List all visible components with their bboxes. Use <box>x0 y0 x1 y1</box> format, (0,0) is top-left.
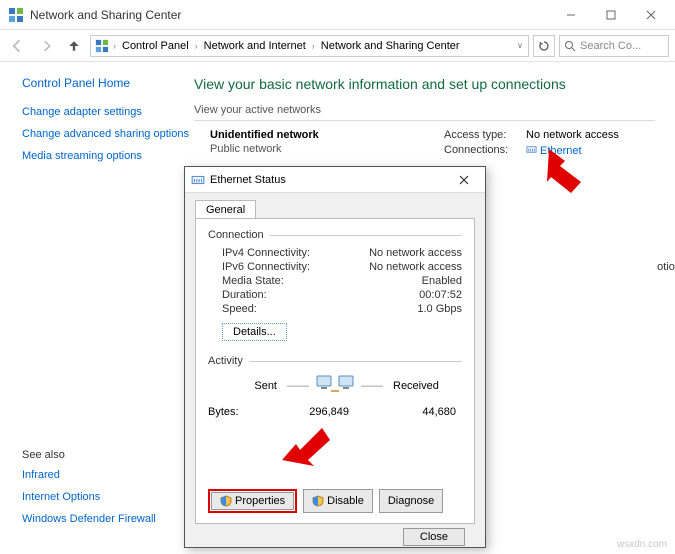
network-name: Unidentified network <box>210 129 444 141</box>
breadcrumb-seg-3[interactable]: Network and Sharing Center <box>317 40 464 52</box>
minimize-button[interactable] <box>551 1 591 29</box>
network-center-small-icon <box>95 39 109 53</box>
ethernet-icon <box>526 144 537 155</box>
bytes-sent: 296,849 <box>266 406 373 418</box>
forward-button[interactable] <box>34 34 58 58</box>
seealso-firewall[interactable]: Windows Defender Firewall <box>22 513 156 525</box>
page-heading: View your basic network information and … <box>194 76 655 92</box>
divider <box>194 120 655 121</box>
sidebar-link-adapter[interactable]: Change adapter settings <box>22 106 190 118</box>
sidebar-link-media[interactable]: Media streaming options <box>22 150 190 162</box>
sent-label: Sent <box>208 380 283 392</box>
chevron-down-icon[interactable]: v <box>516 41 524 50</box>
breadcrumb-seg-1[interactable]: Control Panel <box>118 40 193 52</box>
close-dialog-button[interactable]: Close <box>403 528 465 546</box>
ipv6-label: IPv6 Connectivity: <box>222 261 369 273</box>
maximize-button[interactable] <box>591 1 631 29</box>
dialog-title-bar[interactable]: Ethernet Status <box>185 167 485 193</box>
ethernet-status-dialog: Ethernet Status General Connection IPv4 … <box>184 166 486 548</box>
address-bar: › Control Panel › Network and Internet ›… <box>0 30 675 62</box>
breadcrumb-seg-2[interactable]: Network and Internet <box>200 40 310 52</box>
duration-value: 00:07:52 <box>419 289 462 301</box>
network-type: Public network <box>210 143 444 155</box>
refresh-button[interactable] <box>533 35 555 57</box>
search-icon <box>564 40 576 52</box>
network-center-icon <box>8 7 24 23</box>
cutoff-text: otion <box>657 261 675 273</box>
media-state-label: Media State: <box>222 275 422 287</box>
page-subheading: View your active networks <box>194 104 655 116</box>
tab-general[interactable]: General <box>195 200 256 219</box>
ipv4-value: No network access <box>369 247 462 259</box>
sidebar-home[interactable]: Control Panel Home <box>22 76 190 90</box>
shield-icon <box>312 495 324 507</box>
shield-icon <box>220 495 232 507</box>
bytes-label: Bytes: <box>208 406 266 418</box>
breadcrumb[interactable]: › Control Panel › Network and Internet ›… <box>90 35 529 57</box>
watermark: wsxdn.com <box>617 539 667 550</box>
seealso-internet-options[interactable]: Internet Options <box>22 491 156 503</box>
chevron-right-icon: › <box>111 41 118 51</box>
sidebar-link-sharing[interactable]: Change advanced sharing options <box>22 128 190 140</box>
ethernet-icon <box>191 173 205 187</box>
dialog-panel: Connection IPv4 Connectivity:No network … <box>195 218 475 524</box>
dialog-title: Ethernet Status <box>210 174 445 186</box>
diagnose-button[interactable]: Diagnose <box>379 489 443 513</box>
access-type-value: No network access <box>526 129 619 141</box>
search-input[interactable]: Search Co... <box>559 35 669 57</box>
ethernet-link[interactable]: Ethernet <box>526 145 582 157</box>
window-title: Network and Sharing Center <box>30 8 551 22</box>
disable-button[interactable]: Disable <box>303 489 373 513</box>
speed-value: 1.0 Gbps <box>417 303 462 315</box>
group-activity: Activity <box>208 355 243 367</box>
search-placeholder: Search Co... <box>580 40 641 52</box>
title-bar: Network and Sharing Center <box>0 0 675 30</box>
group-connection: Connection <box>208 229 264 241</box>
chevron-right-icon: › <box>193 41 200 51</box>
seealso-infrared[interactable]: Infrared <box>22 469 156 481</box>
connections-label: Connections: <box>444 144 526 157</box>
close-button[interactable] <box>631 1 671 29</box>
ipv6-value: No network access <box>369 261 462 273</box>
seealso-header: See also <box>22 449 156 461</box>
properties-button[interactable]: Properties <box>211 492 294 510</box>
back-button[interactable] <box>6 34 30 58</box>
chevron-right-icon: › <box>310 41 317 51</box>
sidebar: Control Panel Home Change adapter settin… <box>0 62 190 553</box>
duration-label: Duration: <box>222 289 419 301</box>
received-label: Received <box>387 380 462 392</box>
media-state-value: Enabled <box>422 275 462 287</box>
ipv4-label: IPv4 Connectivity: <box>222 247 369 259</box>
activity-computers-icon <box>313 373 357 398</box>
details-button[interactable]: Details... <box>222 323 287 341</box>
bytes-received: 44,680 <box>373 406 462 418</box>
properties-highlight: Properties <box>208 489 297 513</box>
up-button[interactable] <box>62 34 86 58</box>
access-type-label: Access type: <box>444 129 526 141</box>
dialog-close-button[interactable] <box>445 168 483 192</box>
speed-label: Speed: <box>222 303 417 315</box>
